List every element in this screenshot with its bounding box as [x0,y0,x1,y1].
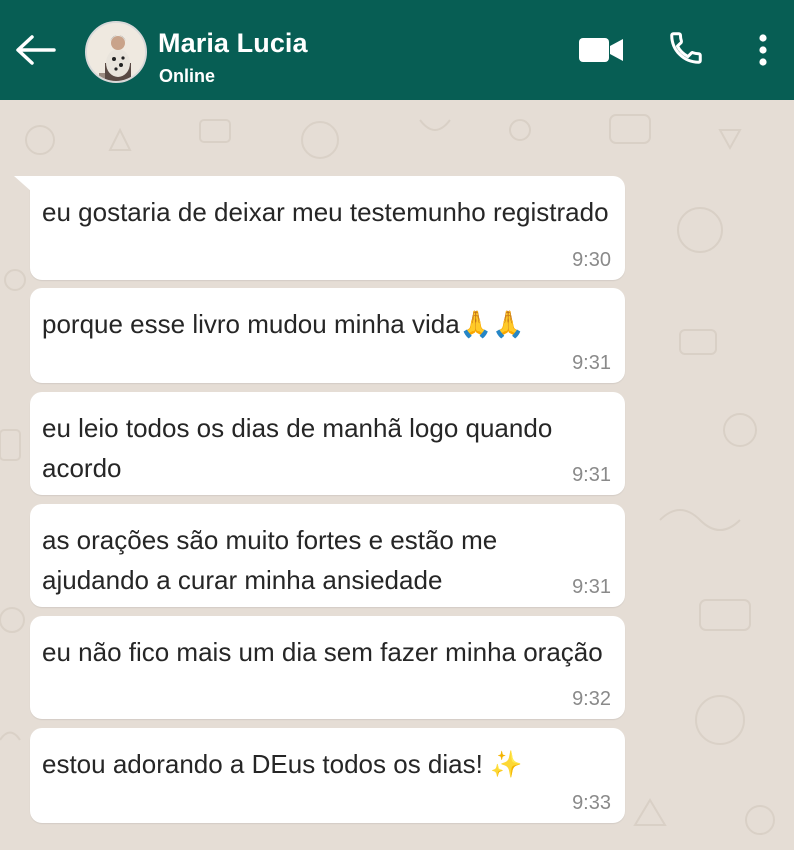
video-call-button[interactable] [576,30,626,70]
message-time: 9:30 [572,249,611,271]
profile-photo-icon [87,23,145,81]
message-time: 9:33 [572,792,611,814]
message-bubble[interactable]: eu gostaria de deixar meu testemunho reg… [30,176,625,280]
video-camera-icon [579,38,623,62]
message-text: as orações são muito fortes e estão me a… [42,525,498,595]
phone-icon [670,32,702,64]
message-time: 9:31 [572,576,611,598]
message-bubble[interactable]: porque esse livro mudou minha vida🙏🙏 9:31 [30,288,625,383]
back-button[interactable] [12,30,58,70]
message-text: estou adorando a DEus todos os dias! ✨ [42,749,523,779]
message-bubble[interactable]: as orações são muito fortes e estão me a… [30,504,625,607]
message-bubble[interactable]: eu leio todos os dias de manhã logo quan… [30,392,625,495]
contact-name[interactable]: Maria Lucia [158,28,308,59]
avatar[interactable] [85,21,147,83]
message-time: 9:31 [572,464,611,486]
message-time: 9:32 [572,688,611,710]
message-time: 9:31 [572,352,611,374]
bubble-tail [14,176,32,192]
message-bubble[interactable]: estou adorando a DEus todos os dias! ✨ 9:… [30,728,625,823]
message-bubble[interactable]: eu não fico mais um dia sem fazer minha … [30,616,625,719]
message-text: porque esse livro mudou minha vida🙏🙏 [42,309,525,339]
message-text: eu leio todos os dias de manhã logo quan… [42,413,553,483]
chat-header: Maria Lucia Online [0,0,794,100]
contact-status: Online [159,66,216,86]
more-vertical-icon [759,34,767,66]
more-options-button[interactable] [748,28,778,72]
voice-call-button[interactable] [664,26,708,70]
message-text: eu gostaria de deixar meu testemunho reg… [42,197,609,227]
chat-area[interactable]: eu gostaria de deixar meu testemunho reg… [0,100,794,850]
arrow-left-icon [16,35,56,65]
message-text: eu não fico mais um dia sem fazer minha … [42,637,603,667]
